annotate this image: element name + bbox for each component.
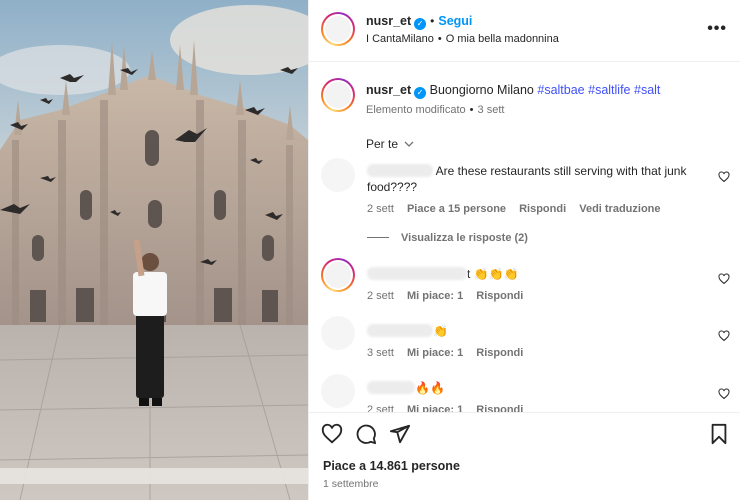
save-bookmark-icon[interactable]	[709, 423, 729, 445]
post-photo[interactable]	[0, 0, 308, 500]
comment-username-redacted[interactable]	[367, 164, 433, 177]
comment-like-heart-icon[interactable]	[718, 388, 730, 400]
like-heart-icon[interactable]	[321, 423, 343, 445]
comment-like-heart-icon[interactable]	[718, 171, 730, 183]
comment-sort-dropdown[interactable]: Per te	[366, 137, 414, 151]
comment-text: t 👏👏👏	[367, 266, 697, 282]
location-link[interactable]: O mia bella madonnina	[446, 33, 559, 45]
comment-text: Are these restaurants still serving with…	[367, 163, 697, 195]
caption-meta: Elemento modificato • 3 sett	[366, 104, 504, 116]
comment-avatar[interactable]	[321, 158, 355, 192]
comment-bubble-icon[interactable]	[355, 423, 377, 445]
comment-likes[interactable]: Mi piace: 1	[407, 347, 463, 359]
reply-button[interactable]: Rispondi	[519, 203, 566, 215]
comment-username-redacted[interactable]	[367, 381, 415, 394]
audio-link[interactable]: I CantaMilano	[366, 33, 434, 45]
comment-username-redacted[interactable]	[367, 324, 433, 337]
comment-age: 2 sett	[367, 290, 394, 302]
post-date: 1 settembre	[323, 478, 379, 490]
author-avatar[interactable]	[321, 12, 355, 46]
author-username[interactable]: nusr_et	[366, 14, 411, 28]
post-detail-panel: nusr_et ✓ • Segui I CantaMilano • O mia bella…	[308, 0, 740, 500]
comment-like-heart-icon[interactable]	[718, 330, 730, 342]
comment-avatar[interactable]	[321, 374, 355, 408]
caption-age: 3 sett	[477, 104, 505, 116]
comment-body: t 👏👏👏	[467, 267, 519, 281]
caption-avatar[interactable]	[321, 78, 355, 112]
separator-dot: •	[430, 14, 435, 28]
comment-likes[interactable]: Piace a 15 persone	[407, 203, 506, 215]
more-options-button[interactable]: •••	[707, 20, 727, 38]
edited-label: Elemento modificato	[366, 104, 466, 116]
comment-meta: 2 sett Piace a 15 persone Rispondi Vedi …	[367, 203, 661, 215]
comment-age: 3 sett	[367, 347, 394, 359]
comment-text: 👏	[367, 323, 697, 339]
comment-avatar[interactable]	[321, 258, 355, 292]
hashtag-link[interactable]: #saltlife	[588, 83, 630, 97]
comment-body: 👏	[433, 324, 448, 338]
separator-dot: •	[469, 104, 474, 116]
view-replies-button[interactable]: Visualizza le risposte (2)	[367, 232, 528, 244]
share-paper-plane-icon[interactable]	[389, 423, 411, 445]
comment-meta: 3 sett Mi piace: 1 Rispondi	[367, 347, 523, 359]
caption-body: Buongiorno Milano	[429, 83, 534, 97]
view-replies-label: Visualizza le risposte (2)	[401, 232, 528, 244]
hashtag-link[interactable]: #saltbae	[537, 83, 584, 97]
comment-age: 2 sett	[367, 203, 394, 215]
comment-username-redacted[interactable]	[367, 267, 467, 280]
sort-label: Per te	[366, 137, 399, 151]
comment-meta: 2 sett Mi piace: 1 Rispondi	[367, 290, 523, 302]
comment-avatar[interactable]	[321, 316, 355, 350]
comment-body: 🔥🔥	[415, 381, 445, 395]
caption-text: nusr_et ✓ Buongiorno Milano #saltbae #sal…	[366, 83, 726, 99]
replies-divider	[367, 237, 389, 238]
caption-username[interactable]: nusr_et	[366, 83, 411, 97]
comment-likes[interactable]: Mi piace: 1	[407, 290, 463, 302]
follow-button[interactable]: Segui	[438, 14, 472, 28]
chevron-down-icon	[404, 141, 414, 147]
duomo-photo-image	[0, 0, 308, 500]
see-translation-button[interactable]: Vedi traduzione	[579, 203, 660, 215]
post-header: nusr_et ✓ • Segui I CantaMilano • O mia bella…	[309, 0, 740, 62]
hashtag-link[interactable]: #salt	[634, 83, 660, 97]
comment-like-heart-icon[interactable]	[718, 273, 730, 285]
reply-button[interactable]: Rispondi	[476, 290, 523, 302]
separator-dot: •	[437, 33, 442, 45]
verified-badge-icon: ✓	[414, 18, 427, 30]
post-actions-bar: Piace a 14.861 persone 1 settembre	[309, 412, 740, 500]
likes-count[interactable]: Piace a 14.861 persone	[323, 459, 460, 473]
reply-button[interactable]: Rispondi	[476, 347, 523, 359]
comment-text: 🔥🔥	[367, 380, 697, 396]
verified-badge-icon: ✓	[414, 87, 427, 99]
